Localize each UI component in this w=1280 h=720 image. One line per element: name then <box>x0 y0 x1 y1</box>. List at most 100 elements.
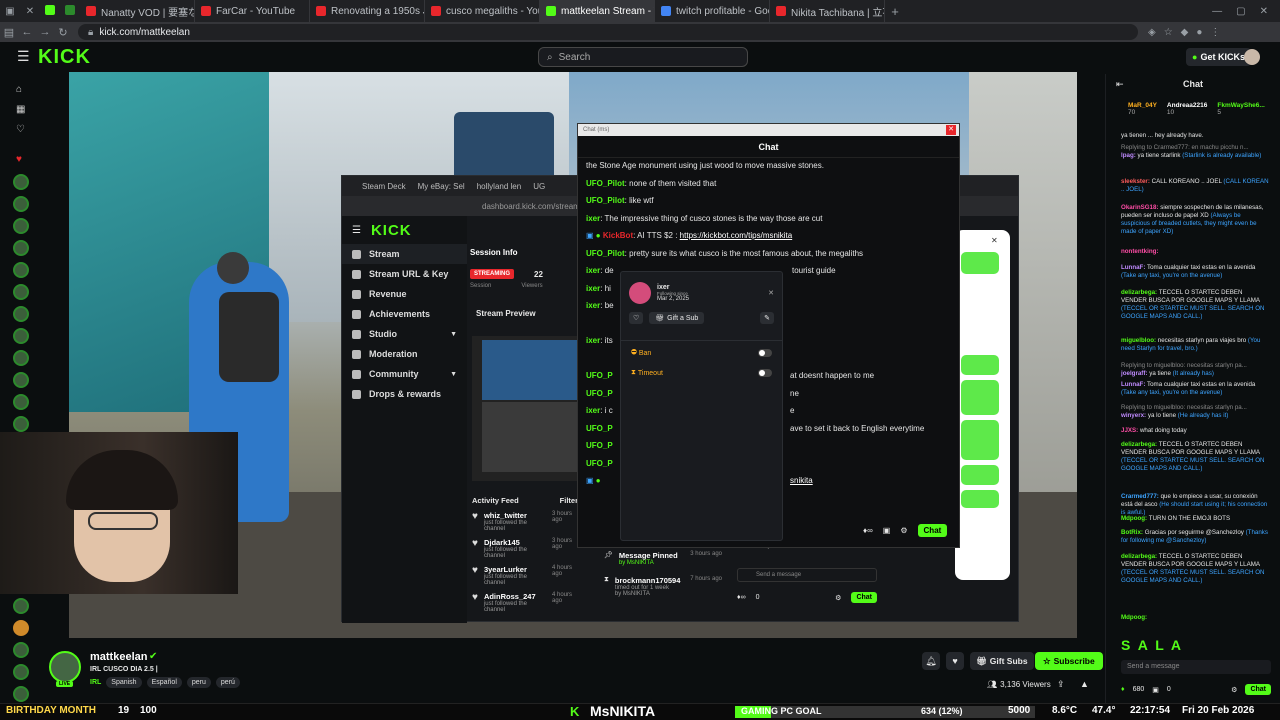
bookmark-star-icon[interactable]: ☆ <box>1164 27 1173 38</box>
browse-icon[interactable]: ▦ <box>16 104 25 115</box>
followed-channel-avatar[interactable] <box>13 196 29 212</box>
followed-channel-avatar[interactable] <box>13 620 29 636</box>
ban-toggle[interactable] <box>758 349 772 357</box>
chat-username[interactable]: miguelbloo: <box>1121 337 1156 344</box>
chat-username[interactable]: BotRix: <box>1121 529 1143 536</box>
dashboard-kick-logo[interactable]: KICK <box>371 222 412 239</box>
dashboard-tab[interactable]: Steam Deck <box>362 182 406 191</box>
tag[interactable]: Español <box>146 677 182 688</box>
minimize-icon[interactable]: — <box>1212 6 1222 17</box>
browser-tab[interactable]: Nikita Tachibana | 立花ニキタ <box>770 0 885 22</box>
followed-channel-avatar[interactable] <box>13 284 29 300</box>
chat-username[interactable]: delizarbega: <box>1121 441 1157 448</box>
gift-sub-button[interactable]: 🎁︎ Gift a Sub <box>649 312 705 324</box>
more-options-icon[interactable]: ▲ <box>1080 679 1089 689</box>
notification-bell-icon[interactable]: 🔔︎ <box>922 652 940 670</box>
chat-username[interactable]: JJXS: <box>1121 427 1138 434</box>
reload-icon[interactable]: ↻ <box>54 26 72 39</box>
followed-channel-avatar[interactable] <box>13 306 29 322</box>
browser-tab[interactable]: Renovating a 1950s Japanese H <box>310 0 425 22</box>
settings-gear-icon[interactable]: ⚙ <box>835 594 841 602</box>
stream-preview[interactable] <box>472 336 582 481</box>
hamburger-menu-icon[interactable]: ☰ <box>17 48 30 65</box>
back-icon[interactable]: ← <box>18 26 36 38</box>
followed-channel-avatar[interactable] <box>13 372 29 388</box>
dashboard-nav-studio[interactable]: Studio ▼ <box>342 324 467 344</box>
mini-chat-input[interactable]: Send a message <box>737 568 877 582</box>
mini-chat-send-button[interactable]: Chat <box>851 592 877 603</box>
collapse-chat-icon[interactable]: ⇤ <box>1116 79 1124 90</box>
chat-send-button[interactable]: Chat <box>1245 684 1271 695</box>
tag[interactable]: perú <box>215 677 240 688</box>
search-input[interactable]: ⌕ Search <box>538 47 748 67</box>
followed-channel-avatar[interactable] <box>13 240 29 256</box>
tag[interactable]: Spanish <box>106 677 142 688</box>
chat-username[interactable]: delizarbega: <box>1121 553 1157 560</box>
followed-channel-avatar[interactable] <box>13 262 29 278</box>
chat-input[interactable]: Send a message <box>1121 660 1271 674</box>
get-kicks-button[interactable]: ● Get KICKs <box>1186 48 1251 66</box>
browser-tab[interactable]: cusco megaliths - YouTube <box>425 0 540 22</box>
following-icon[interactable]: ♡ <box>16 124 25 135</box>
maximize-icon[interactable]: ▢ <box>1236 6 1245 17</box>
browser-tab[interactable]: FarCar - YouTube <box>195 0 310 22</box>
browser-tab-active[interactable]: mattkeelan Stream - Watc <box>540 0 655 22</box>
chat-username[interactable]: lpag: <box>1121 152 1136 159</box>
home-icon[interactable]: ⌂ <box>16 84 22 95</box>
followed-channel-avatar[interactable] <box>13 328 29 344</box>
followed-channel-avatar[interactable] <box>13 350 29 366</box>
chat-username[interactable]: Mdpoog: <box>1121 515 1147 522</box>
close-icon[interactable]: ✕ <box>768 289 774 297</box>
dashboard-nav-drops-rewards[interactable]: Drops & rewards <box>342 384 467 404</box>
browser-tab[interactable]: Nanatty VOD | 要塞ななつ現VO <box>80 0 195 22</box>
followed-channel-avatar[interactable] <box>13 174 29 190</box>
dashboard-nav-moderation[interactable]: Moderation <box>342 344 467 364</box>
dashboard-nav-community[interactable]: Community ▼ <box>342 364 467 384</box>
follow-heart-button[interactable]: ♥ <box>946 652 964 670</box>
new-tab-icon[interactable]: + <box>885 4 905 19</box>
edit-icon[interactable]: ✎ <box>760 312 774 324</box>
gift-subs-button[interactable]: 🎁︎ Gift Subs <box>970 652 1034 670</box>
dashboard-menu-icon[interactable]: ☰ <box>352 225 361 236</box>
settings-gear-icon[interactable]: ⚙ <box>1231 686 1237 694</box>
extension-icon[interactable]: ◈ <box>1148 27 1156 38</box>
sidebar-toggle-icon[interactable]: ▤ <box>0 26 18 39</box>
dashboard-nav-revenue[interactable]: Revenue <box>342 284 467 304</box>
chat-username[interactable]: LunnaF: <box>1121 264 1145 271</box>
forward-icon[interactable]: → <box>36 26 54 38</box>
kick-logo[interactable]: KICK <box>38 46 91 69</box>
chat-username[interactable]: OkarinSG18: <box>1121 204 1159 211</box>
chat-send-button[interactable]: Chat <box>917 524 948 537</box>
close-icon[interactable]: ✕ <box>946 125 956 135</box>
dashboard-tab[interactable]: My eBay: Sel <box>418 182 465 191</box>
followed-channel-avatar[interactable] <box>13 664 29 680</box>
browser-tab[interactable]: twitch profitable - Google Sear <box>655 0 770 22</box>
tip-link[interactable]: https://kickbot.com/tips/msnikita <box>680 231 792 240</box>
chat-username[interactable]: LunnaF: <box>1121 381 1145 388</box>
dashboard-nav-stream[interactable]: Stream <box>342 244 467 264</box>
chat-username[interactable]: Crarmed777: <box>1121 493 1159 500</box>
followed-channel-avatar[interactable] <box>13 394 29 410</box>
filter-button[interactable]: Filter <box>560 496 578 505</box>
tab-actions-icon[interactable]: ▣ <box>0 6 20 17</box>
profile-icon[interactable]: ● <box>1196 27 1202 38</box>
chat-username[interactable]: nontentking: <box>1121 248 1158 255</box>
chat-username[interactable]: sleekster: <box>1121 178 1150 185</box>
extension-icon[interactable]: ◆ <box>1181 27 1189 38</box>
followed-channel-avatar[interactable] <box>13 598 29 614</box>
timeout-toggle[interactable] <box>758 369 772 377</box>
chat-username[interactable]: joelgraff: <box>1121 370 1147 377</box>
dashboard-nav-achievements[interactable]: Achievements <box>342 304 467 324</box>
pinned-tab-x[interactable]: ✕ <box>20 6 40 17</box>
pinned-tab-green2[interactable] <box>60 4 80 18</box>
chat-username[interactable]: delizarbega: <box>1121 289 1157 296</box>
close-window-icon[interactable]: ✕ <box>1260 6 1268 17</box>
chat-username[interactable]: winyerx: <box>1121 412 1146 419</box>
emote-icon[interactable]: ▣ <box>883 526 891 535</box>
followed-channel-avatar[interactable] <box>13 416 29 432</box>
channel-name[interactable]: mattkeelan <box>90 651 147 663</box>
dashboard-tab[interactable]: UG <box>533 182 545 191</box>
share-icon[interactable]: ⇪ <box>1057 679 1065 690</box>
channel-avatar[interactable] <box>49 651 81 683</box>
dashboard-tab[interactable]: hollyland len <box>477 182 521 191</box>
